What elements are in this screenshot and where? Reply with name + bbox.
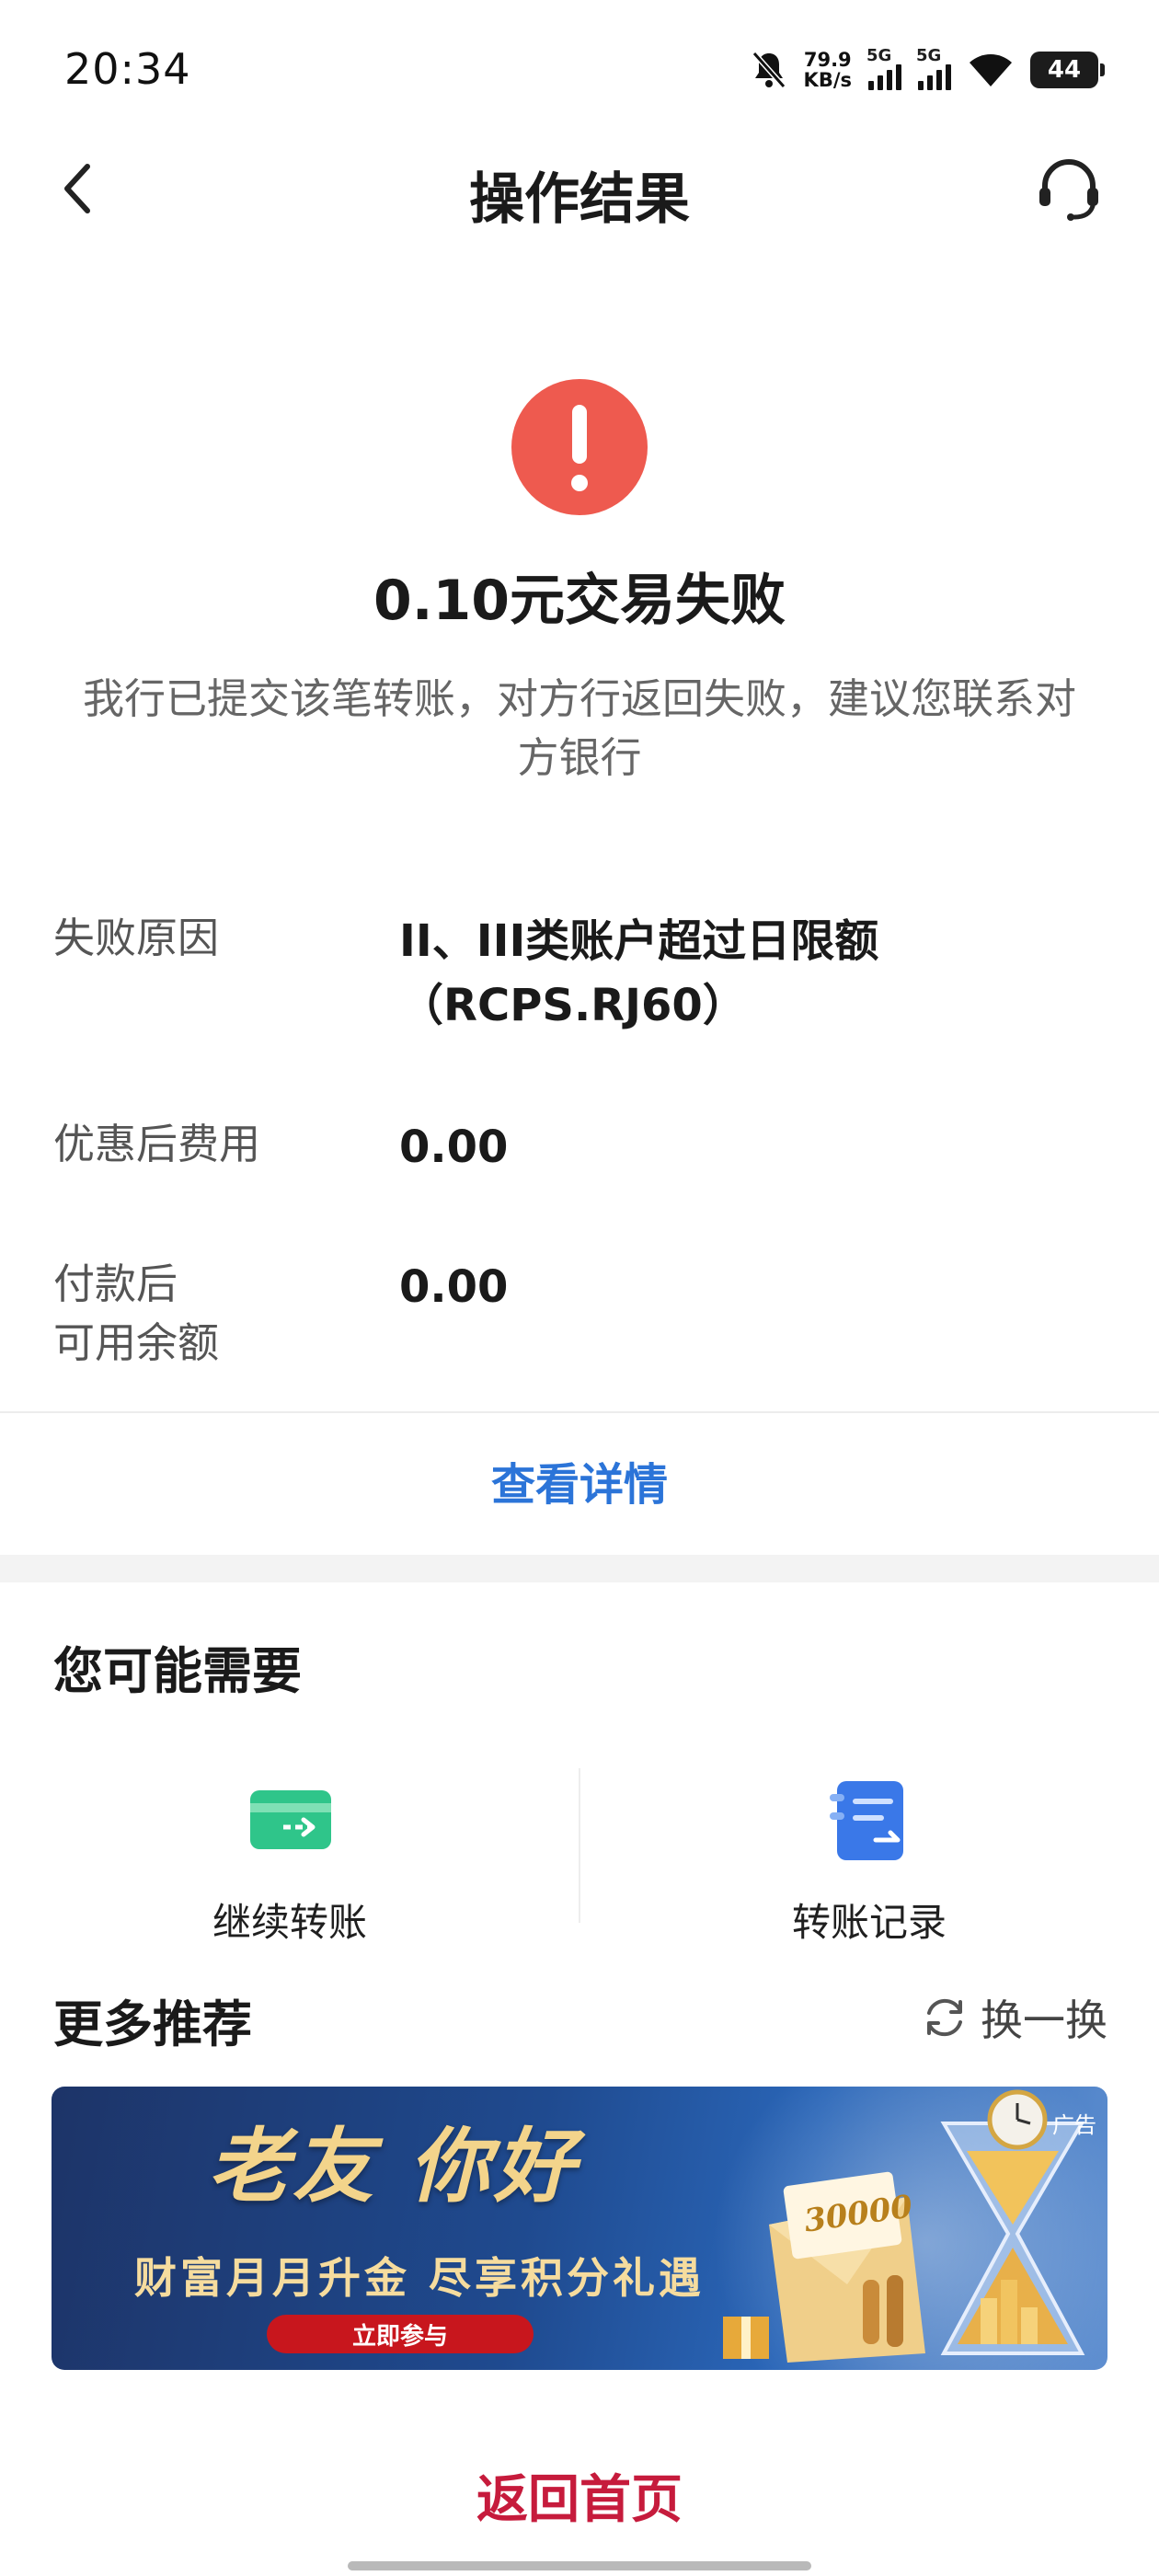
net-speed: 79.9 KB/s <box>804 50 852 90</box>
banner-cta-button[interactable]: 立即参与 <box>267 2315 534 2353</box>
signal-label: 5G <box>866 46 892 65</box>
refresh-label: 换一换 <box>981 1995 1107 2045</box>
detail-value-line: II、III类账户超过日限额 <box>399 915 879 967</box>
view-details-link[interactable]: 查看详情 <box>0 1448 1159 1512</box>
detail-label-line: 可用余额 <box>53 1318 220 1367</box>
banner-subtitle: 财富月月升金 尽享积分礼遇 <box>134 2253 706 2303</box>
section-divider <box>0 1555 1159 1582</box>
ad-tag: 广告 <box>1052 2112 1096 2138</box>
divider <box>0 1411 1159 1413</box>
signal-label: 5G <box>916 46 942 65</box>
net-speed-value: 79.9 <box>803 49 852 71</box>
detail-label: 优惠后费用 <box>53 1120 261 1168</box>
net-speed-unit: KB/s <box>803 69 852 91</box>
nav-bar: 操作结果 <box>0 138 1159 248</box>
detail-label-line: 付款后 <box>53 1259 178 1308</box>
transfer-record-button[interactable]: 转账记录 <box>580 1757 1159 1945</box>
detail-label: 付款后 可用余额 <box>53 1255 384 1373</box>
transfer-record-icon <box>830 1781 903 1860</box>
battery-icon: 44 <box>1030 52 1105 88</box>
status-bar: 20:34 79.9 KB/s 5G 5G 44 <box>0 0 1159 138</box>
signal-icon: 5G <box>866 46 901 90</box>
promo-banner[interactable]: 老友 你好 财富月月升金 尽享积分礼遇 立即参与 30000 广告 <box>52 2087 1107 2370</box>
page-title: 操作结果 <box>469 167 690 232</box>
you-may-need-title: 您可能需要 <box>53 1642 302 1700</box>
home-indicator[interactable] <box>348 2561 811 2570</box>
customer-service-button[interactable] <box>1034 155 1104 224</box>
result-title: 0.10元交易失败 <box>373 569 786 633</box>
detail-value: II、III类账户超过日限额 （RCPS.RJ60） <box>399 909 1098 1038</box>
continue-transfer-button[interactable]: 继续转账 <box>0 1757 580 1945</box>
refresh-icon <box>927 1998 962 2037</box>
exclamation-icon <box>511 379 648 515</box>
status-icons: 79.9 KB/s 5G 5G 44 <box>751 44 1105 96</box>
refresh-button[interactable]: 换一换 <box>920 1987 1107 2048</box>
card-transfer-icon <box>250 1790 331 1849</box>
recommend-title: 更多推荐 <box>53 1995 252 2053</box>
quick-label: 转账记录 <box>791 1900 947 1945</box>
bell-muted-icon <box>752 52 786 88</box>
banner-headline: 老友 你好 <box>208 2118 579 2214</box>
status-time: 20:34 <box>64 44 191 94</box>
detail-label: 失败原因 <box>53 914 220 962</box>
wifi-icon <box>970 54 1012 86</box>
result-description: 我行已提交该笔转账，对方行返回失败，建议您联系对方银行 <box>82 674 1076 782</box>
detail-value-line: （RCPS.RJ60） <box>399 980 747 1031</box>
detail-value: 0.00 <box>399 1261 509 1313</box>
hourglass-envelope-illustration: 30000 <box>723 2089 1085 2363</box>
return-home-button[interactable]: 返回首页 <box>0 2458 1159 2533</box>
quick-label: 继续转账 <box>212 1900 367 1945</box>
signal-icon: 5G <box>916 46 951 90</box>
headset-icon <box>1039 159 1098 221</box>
detail-value: 0.00 <box>399 1121 509 1173</box>
